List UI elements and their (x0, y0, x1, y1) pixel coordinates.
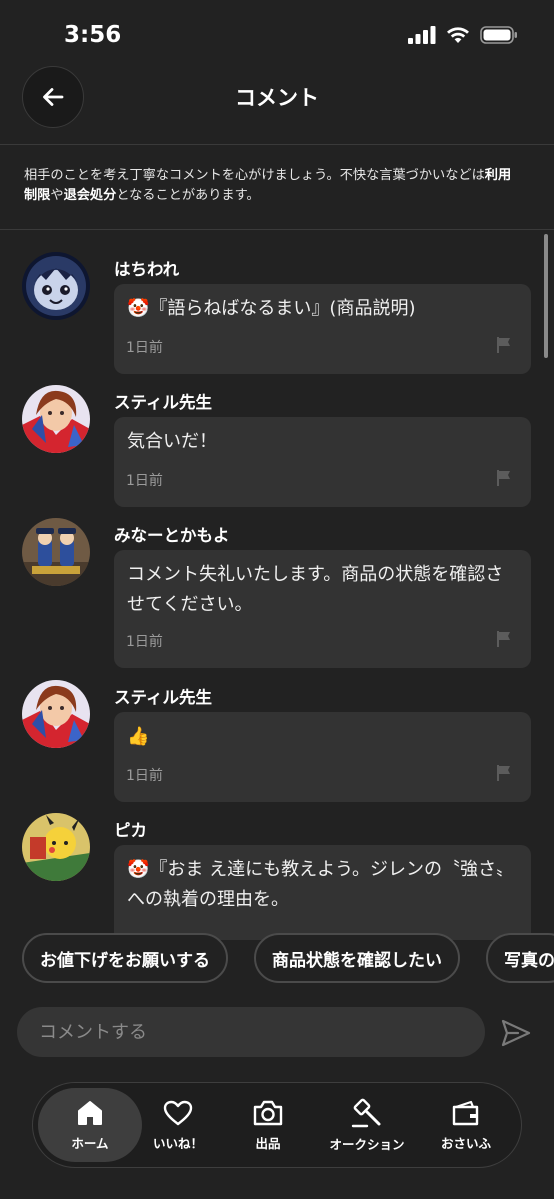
tab-label: おさいふ (440, 1135, 491, 1151)
wallet-icon (452, 1100, 479, 1125)
user-name[interactable]: はちわれ (114, 256, 179, 280)
page-title: コメント (235, 86, 319, 110)
report-flag-icon[interactable] (495, 630, 513, 648)
notice-text-connector: や (50, 188, 64, 203)
comment-bubble: 🤡『おま え達にも教えよう。ジレンの〝強さ〟への執着の理由を。 (114, 845, 531, 940)
tab-label: オークション (329, 1136, 405, 1152)
status-icons (408, 26, 518, 44)
tab-likes[interactable]: いいね！ (126, 1088, 230, 1162)
cellular-signal-icon (408, 26, 436, 44)
avatar[interactable] (22, 518, 90, 586)
comment-item: みなーとかもよ コメント失礼いたします。商品の状態を確認させてください。 1日前 (0, 518, 554, 668)
comment-bubble: コメント失礼いたします。商品の状態を確認させてください。 1日前 (114, 550, 531, 668)
home-icon (78, 1100, 102, 1125)
quick-reply-photo[interactable]: 写真の (486, 933, 554, 983)
thumbs-up-emoji: 👍 (127, 726, 150, 747)
comment-text: 気合いだ！ (127, 431, 217, 452)
tab-label: 出品 (255, 1135, 281, 1151)
camera-icon (253, 1100, 283, 1125)
comment-input-row (0, 1006, 554, 1060)
avatar[interactable] (22, 252, 90, 320)
comment-time: 1日前 (126, 634, 163, 650)
avatar[interactable] (22, 385, 90, 453)
tab-auction[interactable]: オークション (315, 1088, 419, 1162)
notice-text: 相手のことを考え丁寧なコメントを心がけましょう。不快な言葉づかいなどは (24, 168, 485, 183)
comment-input[interactable] (17, 1007, 485, 1057)
notice-account-deletion: 退会処分 (63, 188, 117, 203)
scrollbar[interactable] (544, 234, 548, 358)
quick-reply-check-condition[interactable]: 商品状態を確認したい (254, 933, 460, 983)
wifi-icon (447, 27, 469, 43)
gavel-icon (351, 1098, 381, 1127)
tab-label: ホーム (71, 1135, 109, 1151)
status-time: 3:56 (64, 22, 122, 48)
header: コメント (0, 66, 554, 145)
comment-time: 1日前 (126, 340, 163, 356)
report-flag-icon[interactable] (495, 764, 513, 782)
comment-text: コメント失礼いたします。商品の状態を確認させてください。 (127, 564, 504, 615)
status-bar: 3:56 (0, 0, 554, 70)
report-flag-icon[interactable] (495, 469, 513, 487)
comment-item: ピカ 🤡『おま え達にも教えよう。ジレンの〝強さ〟への執着の理由を。 (0, 813, 554, 940)
tab-label: いいね！ (152, 1135, 203, 1151)
comment-text: 👍 (127, 722, 519, 752)
comment-time: 1日前 (126, 473, 163, 489)
comment-time: 1日前 (126, 768, 163, 784)
battery-icon (480, 26, 517, 44)
comment-list[interactable]: はちわれ 🤡『語らねばなるまい』(商品説明) 1日前 スティル先生 気合いだ！ … (0, 230, 554, 940)
comment-item: スティル先生 👍 1日前 (0, 680, 554, 810)
comment-bubble: 👍 1日前 (114, 712, 531, 802)
quick-reply-price-down[interactable]: お値下げをお願いする (22, 933, 228, 983)
heart-icon (163, 1100, 193, 1125)
avatar[interactable] (22, 680, 90, 748)
comment-guideline-notice: 相手のことを考え丁寧なコメントを心がけましょう。不快な言葉づかいなどは利用制限や… (24, 166, 524, 206)
user-name[interactable]: スティル先生 (114, 684, 212, 708)
report-flag-icon[interactable] (495, 336, 513, 354)
clown-emoji: 🤡 (127, 298, 150, 319)
comment-item: はちわれ 🤡『語らねばなるまい』(商品説明) 1日前 (0, 252, 554, 382)
user-name[interactable]: みなーとかもよ (114, 522, 230, 546)
send-icon[interactable] (500, 1018, 532, 1048)
comment-item: スティル先生 気合いだ！ 1日前 (0, 385, 554, 515)
comment-bubble: 🤡『語らねばなるまい』(商品説明) 1日前 (114, 284, 531, 374)
bottom-tab-bar: ホーム いいね！ 出品 オークション おさいふ (32, 1082, 522, 1168)
comment-bubble: 気合いだ！ 1日前 (114, 417, 531, 507)
tab-sell[interactable]: 出品 (216, 1088, 320, 1162)
clown-emoji: 🤡 (127, 859, 150, 880)
user-name[interactable]: ピカ (114, 817, 147, 841)
comment-text: 🤡『おま え達にも教えよう。ジレンの〝強さ〟への執着の理由を。 (127, 859, 515, 910)
notice-text-end: となることがあります。 (116, 188, 260, 203)
user-name[interactable]: スティル先生 (114, 389, 212, 413)
tab-wallet[interactable]: おさいふ (414, 1088, 518, 1162)
avatar[interactable] (22, 813, 90, 881)
quick-reply-chips: お値下げをお願いする 商品状態を確認したい 写真の (0, 933, 554, 987)
comment-text: 🤡『語らねばなるまい』(商品説明) (127, 298, 416, 319)
